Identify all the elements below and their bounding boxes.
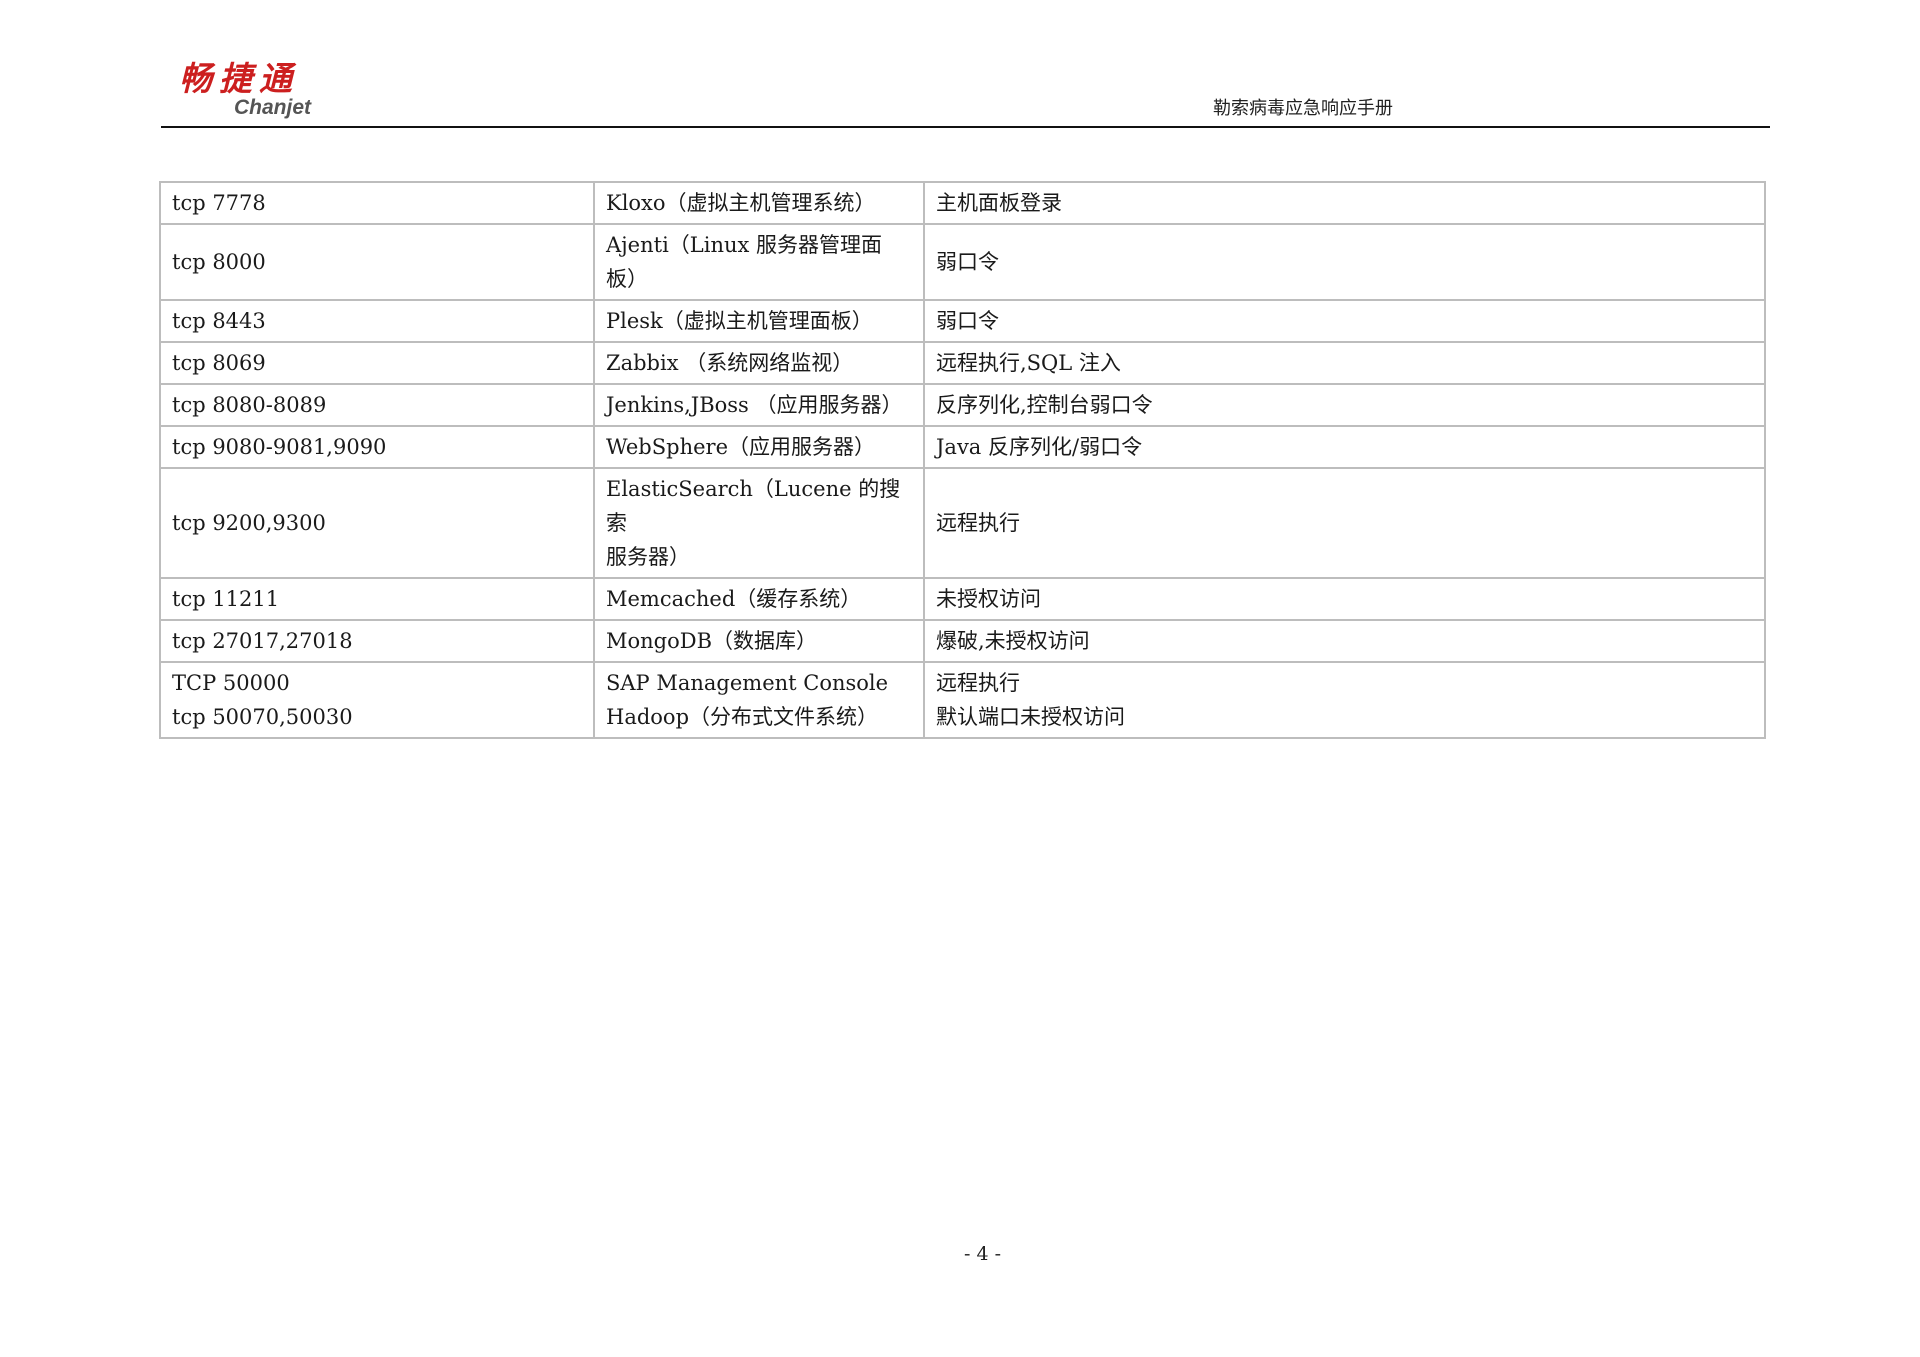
service-cell: Ajenti（Linux 服务器管理面 板） xyxy=(593,223,925,301)
port-cell: tcp 11211 xyxy=(159,577,595,621)
risk-cell-line: 未授权访问 xyxy=(936,587,1041,611)
port-cell-line: tcp 8069 xyxy=(172,351,266,375)
risk-cell-line: 弱口令 xyxy=(936,309,999,333)
risk-cell-line: 远程执行,SQL 注入 xyxy=(936,351,1121,375)
table-row: tcp 7778 Kloxo（虚拟主机管理系统） 主机面板登录 xyxy=(159,181,1766,225)
table-row: tcp 9200,9300 ElasticSearch（Lucene 的搜索服务器… xyxy=(159,467,1766,579)
risk-cell: 反序列化,控制台弱口令 xyxy=(923,383,1766,427)
risk-cell: 主机面板登录 xyxy=(923,181,1766,225)
table-row: tcp 8080-8089 Jenkins,JBoss （应用服务器） 反序列化,控… xyxy=(159,383,1766,427)
table-row: tcp 9080-9081,9090 WebSphere（应用服务器） Java 反… xyxy=(159,425,1766,469)
document-title: 勒索病毒应急响应手册 xyxy=(1213,98,1393,119)
risk-cell-line: Java 反序列化/弱口令 xyxy=(936,435,1143,459)
service-cell: Jenkins,JBoss （应用服务器） xyxy=(593,383,925,427)
logo-english-text: Chanjet xyxy=(234,96,312,119)
service-cell: SAP Management Console Hadoop（分布式文件系统） xyxy=(593,661,925,739)
service-cell: ElasticSearch（Lucene 的搜索服务器） xyxy=(593,467,925,579)
port-cell-line: TCP 50000 xyxy=(172,671,290,695)
table-row: TCP 50000 tcp 50070,50030 SAP Management C… xyxy=(159,661,1766,739)
risk-cell: 弱口令 xyxy=(923,223,1766,301)
company-logo: 畅捷通 Chanjet xyxy=(179,60,349,122)
risk-cell-line: 主机面板登录 xyxy=(936,191,1062,215)
port-cell: tcp 7778 xyxy=(159,181,595,225)
risk-cell: Java 反序列化/弱口令 xyxy=(923,425,1766,469)
table-row: tcp 27017,27018 MongoDB（数据库） 爆破,未授权访问 xyxy=(159,619,1766,663)
service-cell-line: MongoDB（数据库） xyxy=(606,629,818,653)
risk-cell-line: 远程执行 xyxy=(936,671,1020,695)
service-cell: Kloxo（虚拟主机管理系统） xyxy=(593,181,925,225)
port-cell-line: tcp 11211 xyxy=(172,587,280,611)
risk-cell-line: 爆破,未授权访问 xyxy=(936,629,1090,653)
service-cell-line: WebSphere（应用服务器） xyxy=(606,435,875,459)
port-cell-line: tcp 27017,27018 xyxy=(172,629,353,653)
page-header: 畅捷通 Chanjet 勒索病毒应急响应手册 xyxy=(161,58,1770,128)
risk-cell-line: 远程执行 xyxy=(936,511,1020,535)
port-cell: tcp 9200,9300 xyxy=(159,467,595,579)
port-cell-line: tcp 8000 xyxy=(172,250,266,274)
service-cell: Memcached（缓存系统） xyxy=(593,577,925,621)
service-cell-line: Memcached（缓存系统） xyxy=(606,587,862,611)
service-cell: WebSphere（应用服务器） xyxy=(593,425,925,469)
port-cell: tcp 8080-8089 xyxy=(159,383,595,427)
page-number: - 4 - xyxy=(963,1243,1001,1265)
port-cell: tcp 8443 xyxy=(159,299,595,343)
service-cell: Plesk（虚拟主机管理面板） xyxy=(593,299,925,343)
port-cell: tcp 27017,27018 xyxy=(159,619,595,663)
service-cell-line: Kloxo（虚拟主机管理系统） xyxy=(606,191,876,215)
table-row: tcp 8000 Ajenti（Linux 服务器管理面 板） 弱口令 xyxy=(159,223,1766,301)
table-row: tcp 8443 Plesk（虚拟主机管理面板） 弱口令 xyxy=(159,299,1766,343)
port-cell-line: tcp 50070,50030 xyxy=(172,705,353,729)
service-cell-line: 板） xyxy=(606,267,648,291)
risk-cell: 远程执行,SQL 注入 xyxy=(923,341,1766,385)
risk-cell: 弱口令 xyxy=(923,299,1766,343)
service-cell-line: 服务器） xyxy=(606,545,690,569)
port-cell-line: tcp 9080-9081,9090 xyxy=(172,435,387,459)
table-row: tcp 11211 Memcached（缓存系统） 未授权访问 xyxy=(159,577,1766,621)
port-cell-line: tcp 7778 xyxy=(172,191,266,215)
service-cell-line: ElasticSearch（Lucene 的搜索 xyxy=(606,477,901,535)
risk-cell-line: 反序列化,控制台弱口令 xyxy=(936,393,1153,417)
port-cell: TCP 50000 tcp 50070,50030 xyxy=(159,661,595,739)
service-cell-line: Zabbix （系统网络监视） xyxy=(606,351,854,375)
logo-chinese-text: 畅捷通 xyxy=(179,59,299,98)
port-risk-table: tcp 7778 Kloxo（虚拟主机管理系统） 主机面板登录 tcp 8000 Aje… xyxy=(159,181,1766,739)
table-row: tcp 8069 Zabbix （系统网络监视） 远程执行,SQL 注入 xyxy=(159,341,1766,385)
service-cell-line: SAP Management Console xyxy=(606,671,889,695)
risk-cell-line: 弱口令 xyxy=(936,250,999,274)
risk-cell: 未授权访问 xyxy=(923,577,1766,621)
risk-cell: 远程执行默认端口未授权访问 xyxy=(923,661,1766,739)
table-body: tcp 7778 Kloxo（虚拟主机管理系统） 主机面板登录 tcp 8000 Aje… xyxy=(159,181,1766,739)
risk-cell-line: 默认端口未授权访问 xyxy=(936,705,1125,729)
port-cell: tcp 8000 xyxy=(159,223,595,301)
service-cell: Zabbix （系统网络监视） xyxy=(593,341,925,385)
port-cell: tcp 8069 xyxy=(159,341,595,385)
service-cell-line: Plesk（虚拟主机管理面板） xyxy=(606,309,873,333)
port-cell: tcp 9080-9081,9090 xyxy=(159,425,595,469)
service-cell-line: Hadoop（分布式文件系统） xyxy=(606,705,879,729)
risk-cell: 远程执行 xyxy=(923,467,1766,579)
service-cell-line: Jenkins,JBoss （应用服务器） xyxy=(606,393,903,417)
service-cell-line: Ajenti（Linux 服务器管理面 xyxy=(606,233,883,257)
port-cell-line: tcp 9200,9300 xyxy=(172,511,326,535)
risk-cell: 爆破,未授权访问 xyxy=(923,619,1766,663)
port-cell-line: tcp 8080-8089 xyxy=(172,393,327,417)
port-cell-line: tcp 8443 xyxy=(172,309,266,333)
service-cell: MongoDB（数据库） xyxy=(593,619,925,663)
